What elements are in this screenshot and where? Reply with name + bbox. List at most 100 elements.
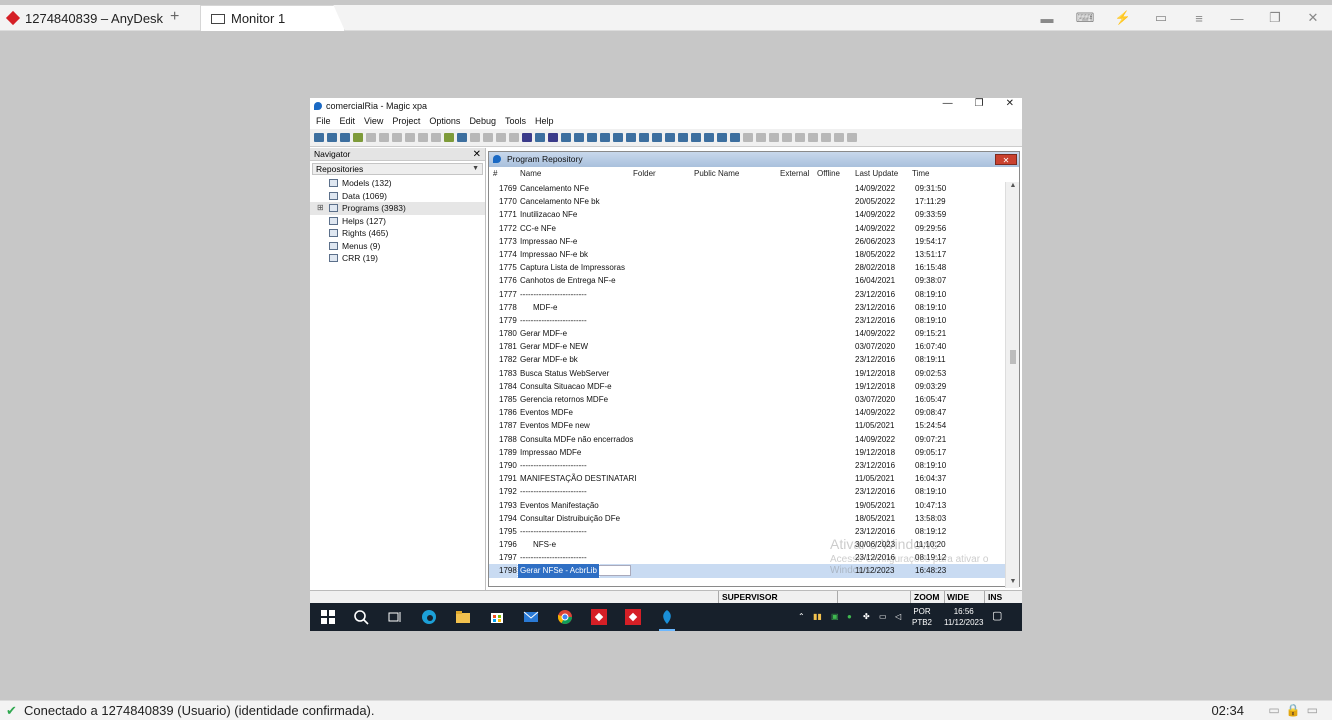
toolbar-icon[interactable] <box>691 133 701 142</box>
table-row[interactable]: 1784 Consulta Situacao MDF-e 19/12/2018 09:… <box>489 380 1005 393</box>
tray-app-icon[interactable]: ✤ <box>863 611 870 622</box>
store-icon[interactable] <box>489 609 505 625</box>
menu-options[interactable]: Options <box>429 114 460 128</box>
table-row[interactable]: 1793 Eventos Manifestação 19/05/2021 10:47:… <box>489 499 1005 512</box>
menu-edit[interactable]: Edit <box>340 114 356 128</box>
toolbar-icon[interactable] <box>496 133 506 142</box>
toolbar-icon[interactable] <box>600 133 610 142</box>
edge-icon[interactable] <box>421 609 437 625</box>
display-icon[interactable]: ▭ <box>1142 10 1180 26</box>
menu-help[interactable]: Help <box>535 114 554 128</box>
toolbar-icon[interactable] <box>509 133 519 142</box>
menu-file[interactable]: File <box>316 114 331 128</box>
toolbar-icon[interactable] <box>431 133 441 142</box>
col-name[interactable]: Name <box>520 169 541 178</box>
table-row[interactable]: 1786 Eventos MDFe 14/09/2022 09:08:47 <box>489 406 1005 419</box>
col-last-update[interactable]: Last Update <box>855 169 898 178</box>
toolbar-icon[interactable] <box>730 133 740 142</box>
menu-debug[interactable]: Debug <box>469 114 496 128</box>
table-row[interactable]: 1794 Consultar Distruibuição DFe 18/05/202… <box>489 512 1005 525</box>
toolbar-icon[interactable] <box>821 133 831 142</box>
table-row[interactable]: 1788 Consulta MDFe não encerrados 14/09/20… <box>489 433 1005 446</box>
toolbar-icon[interactable] <box>717 133 727 142</box>
tree-item-data[interactable]: Data (1069) <box>310 190 485 203</box>
scroll-thumb[interactable] <box>1010 350 1016 364</box>
table-row[interactable]: 1777 ------------------------- 23/12/2016 0… <box>489 288 1005 301</box>
repository-close-button[interactable]: ✕ <box>995 154 1017 165</box>
system-clock[interactable]: 16:56 11/12/2023 <box>944 606 983 628</box>
tree-item-programs[interactable]: ⊞ Programs (3983) <box>310 202 485 215</box>
toolbar-icon[interactable] <box>379 133 389 142</box>
table-row[interactable]: 1787 Eventos MDFe new 11/05/2021 15:24:54 <box>489 419 1005 432</box>
toolbar-icon[interactable] <box>535 133 545 142</box>
tree-item-crr[interactable]: CRR (19) <box>310 252 485 265</box>
table-row[interactable]: 1776 Canhotos de Entrega NF-e 16/04/2021 09… <box>489 274 1005 287</box>
col-num[interactable]: # <box>493 169 497 178</box>
windows-start-icon[interactable] <box>320 609 336 625</box>
tree-item-helps[interactable]: Helps (127) <box>310 215 485 228</box>
table-row[interactable]: 1775 Captura Lista de Impressoras 28/02/20… <box>489 261 1005 274</box>
toolbar-icon[interactable] <box>847 133 857 142</box>
table-row[interactable]: 1773 Impressao NF-e 26/06/2023 19:54:17 <box>489 235 1005 248</box>
repositories-select[interactable]: Repositories ▼ <box>312 163 483 175</box>
toolbar-icon[interactable] <box>665 133 675 142</box>
volume-icon[interactable]: ◁ <box>895 611 901 622</box>
col-folder[interactable]: Folder <box>633 169 656 178</box>
toolbar-icon[interactable] <box>483 133 493 142</box>
table-row[interactable]: 1772 CC-e NFe 14/09/2022 09:29:56 <box>489 222 1005 235</box>
new-icon[interactable] <box>314 133 324 142</box>
table-row[interactable]: 1780 Gerar MDF-e 14/09/2022 09:15:21 <box>489 327 1005 340</box>
file-explorer-icon[interactable] <box>455 609 471 625</box>
tray-app-icon[interactable]: ▮▮ <box>813 611 822 622</box>
magic-minimize-button[interactable]: — <box>943 98 953 109</box>
table-row[interactable]: 1770 Cancelamento NFe bk 20/05/2022 17:11:2… <box>489 195 1005 208</box>
scroll-down-icon[interactable]: ▼ <box>1006 578 1020 588</box>
tray-app-icon[interactable]: ● <box>847 611 852 622</box>
table-row[interactable]: 1783 Busca Status WebServer 19/12/2018 09:0… <box>489 367 1005 380</box>
lock-icon[interactable]: 🔒 <box>1286 703 1307 717</box>
toolbar-icon[interactable] <box>405 133 415 142</box>
run-icon[interactable] <box>353 133 363 142</box>
toolbar-icon[interactable] <box>574 133 584 142</box>
table-row[interactable]: 1791 MANIFESTAÇÃO DESTINATARI 11/05/2021 16… <box>489 472 1005 485</box>
toolbar-icon[interactable] <box>782 133 792 142</box>
toolbar-icon[interactable] <box>678 133 688 142</box>
anydesk-icon[interactable] <box>625 609 641 625</box>
toolbar-icon[interactable] <box>808 133 818 142</box>
table-row[interactable]: 1769 Cancelamento NFe 14/09/2022 09:31:50 <box>489 182 1005 195</box>
toolbar-icon[interactable] <box>470 133 480 142</box>
magic-close-button[interactable]: ✕ <box>1006 98 1014 109</box>
toolbar-icon[interactable] <box>392 133 402 142</box>
new-tab-button[interactable]: + <box>170 8 179 26</box>
monitor-tab[interactable]: Monitor 1 <box>200 5 345 31</box>
toolbar-icon[interactable] <box>743 133 753 142</box>
toolbar-icon[interactable] <box>704 133 714 142</box>
toolbar-icon[interactable] <box>756 133 766 142</box>
anydesk-session-tab[interactable]: 1274840839 – AnyDesk <box>4 5 164 31</box>
menu-icon[interactable]: ≡ <box>1180 11 1218 26</box>
minimize-button[interactable]: — <box>1218 11 1256 26</box>
search-icon[interactable] <box>353 609 369 625</box>
close-button[interactable]: ✕ <box>1294 10 1332 26</box>
toolbar-icon[interactable] <box>626 133 636 142</box>
network-icon[interactable]: ▭ <box>879 611 887 622</box>
menu-project[interactable]: Project <box>392 114 420 128</box>
restore-button[interactable]: ❐ <box>1256 10 1294 26</box>
toolbar-icon[interactable] <box>522 133 532 142</box>
notifications-icon[interactable]: ▢ <box>992 611 1002 622</box>
toolbar-icon[interactable] <box>418 133 428 142</box>
tray-expand-icon[interactable]: ⌃ <box>798 611 805 622</box>
toolbar-icon[interactable] <box>769 133 779 142</box>
menu-view[interactable]: View <box>364 114 383 128</box>
expand-icon[interactable]: ⊞ <box>317 202 324 215</box>
open-icon[interactable] <box>327 133 337 142</box>
print-icon[interactable] <box>340 133 350 142</box>
tree-item-menus[interactable]: Menus (9) <box>310 240 485 253</box>
table-row[interactable]: 1771 Inutilizacao NFe 14/09/2022 09:33:59 <box>489 208 1005 221</box>
toolbar-icon[interactable] <box>587 133 597 142</box>
keyboard-icon[interactable]: ⌨ <box>1066 10 1104 26</box>
toolbar-icon[interactable] <box>652 133 662 142</box>
magic-xpa-icon[interactable] <box>659 609 675 625</box>
col-offline[interactable]: Offline <box>817 169 840 178</box>
scroll-up-icon[interactable]: ▲ <box>1006 182 1020 192</box>
